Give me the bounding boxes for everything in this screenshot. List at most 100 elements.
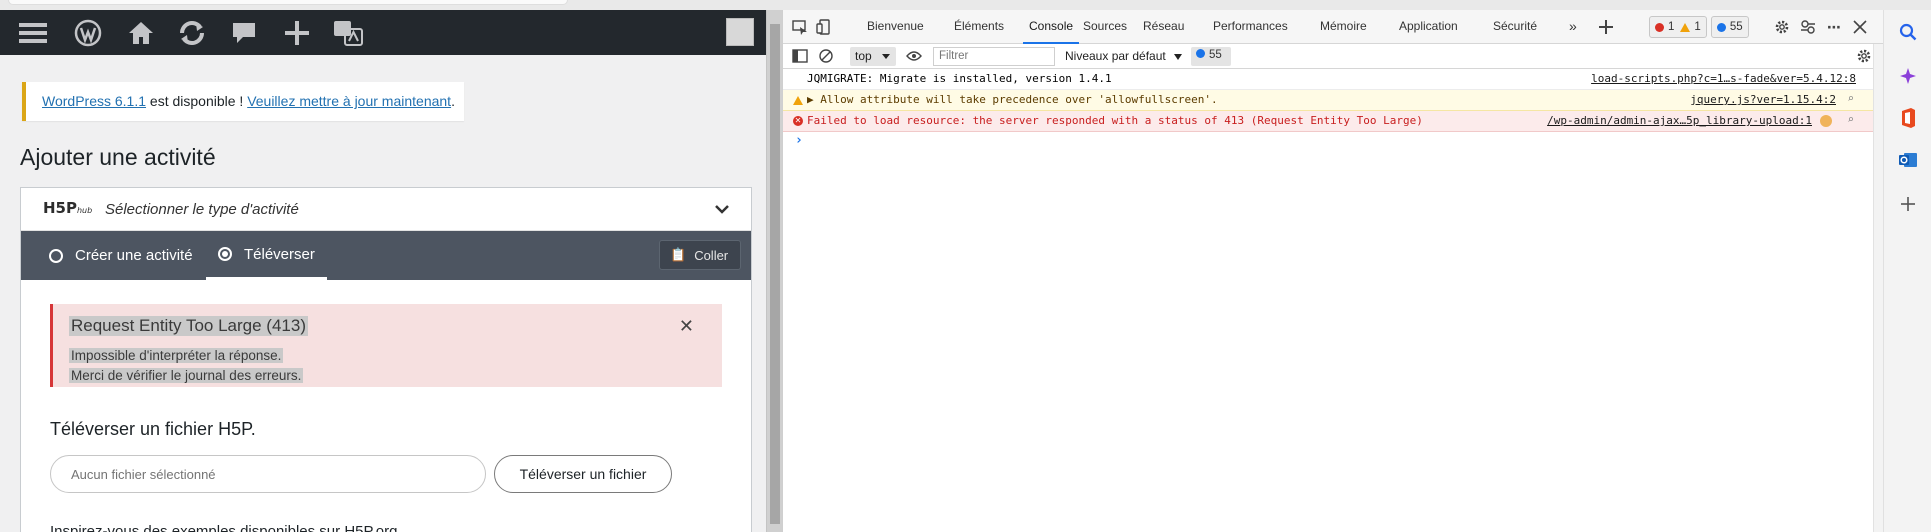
message-count: 55 xyxy=(1729,21,1743,33)
browser-sidebar xyxy=(1883,10,1931,532)
logo-sub: hub xyxy=(76,206,93,215)
message-icon xyxy=(1716,22,1726,32)
inspire-prefix: Inspirez-vous des exemples disponibles s… xyxy=(50,523,345,532)
tab-elements[interactable]: Éléments xyxy=(954,10,1004,44)
devtools-toolbar: Bienvenue Éléments Console Sources Résea… xyxy=(783,10,1884,44)
error-icon xyxy=(1655,22,1664,32)
log-levels-select[interactable]: Niveaux par défaut xyxy=(1065,49,1182,63)
issue-counters[interactable]: 1 1 55 xyxy=(1649,16,1749,38)
add-sidebar-app-icon[interactable] xyxy=(1898,194,1918,214)
error-line-1: Impossible d'interpréter la réponse. xyxy=(69,348,284,363)
console-message-info[interactable]: JQMIGRATE: Migrate is installed, version… xyxy=(783,69,1884,90)
clipboard-icon: 📋 xyxy=(670,247,687,262)
message-icon xyxy=(1196,49,1205,58)
device-emulation-icon[interactable] xyxy=(815,18,833,36)
tab-label: Téléverser xyxy=(244,245,315,263)
inspire-text: Inspirez-vous des exemples disponibles s… xyxy=(50,523,402,532)
comments-icon[interactable] xyxy=(229,18,259,48)
tab-sources[interactable]: Sources xyxy=(1083,10,1127,44)
customize-icon[interactable] xyxy=(1799,18,1817,36)
chevron-down-icon[interactable] xyxy=(713,200,731,218)
more-options-icon[interactable]: ⋯ xyxy=(1825,18,1843,36)
source-link[interactable]: /wp-admin/admin-ajax…5p_library-upload:1 xyxy=(1547,114,1812,127)
sidebar-toggle-icon[interactable] xyxy=(791,47,809,65)
page-title: Ajouter une activité xyxy=(20,144,216,170)
close-devtools-icon[interactable] xyxy=(1851,18,1869,36)
add-new-icon[interactable] xyxy=(282,18,312,48)
search-icon[interactable] xyxy=(1898,22,1918,42)
console-settings-gear-icon[interactable] xyxy=(1855,47,1873,65)
tab-performance[interactable]: Performances xyxy=(1213,10,1288,44)
tab-application[interactable]: Application xyxy=(1399,10,1458,44)
error-line-2: Merci de vérifier le journal des erreurs… xyxy=(69,368,304,383)
logo-text: H5P xyxy=(43,199,77,217)
page-scrollbar[interactable] xyxy=(766,10,782,532)
menu-icon[interactable] xyxy=(18,18,48,48)
error-message: Request Entity Too Large (413) Impossibl… xyxy=(50,304,722,387)
file-input[interactable]: Aucun fichier sélectionné xyxy=(50,455,486,493)
h5p-hub: H5Phub Sélectionner le type d'activité C… xyxy=(20,187,752,532)
context-select[interactable]: top xyxy=(850,47,896,66)
tab-network[interactable]: Réseau xyxy=(1143,10,1184,44)
notice-text: est disponible ! xyxy=(146,93,248,109)
error-title: Request Entity Too Large (413) xyxy=(69,316,308,336)
inspire-end: . xyxy=(397,523,402,532)
update-notice: WordPress 6.1.1 est disponible ! Veuille… xyxy=(22,82,464,121)
warning-icon xyxy=(1680,22,1691,32)
update-now-link[interactable]: Veuillez mettre à jour maintenant xyxy=(247,93,451,109)
tab-console[interactable]: Console xyxy=(1023,10,1080,44)
console-message-error[interactable]: ✕ Failed to load resource: the server re… xyxy=(783,111,1884,132)
home-icon[interactable] xyxy=(126,18,156,48)
message-count: 55 xyxy=(1209,49,1222,61)
devtools-scrollbar[interactable] xyxy=(1873,44,1883,532)
outlook-icon[interactable] xyxy=(1898,150,1918,170)
add-tab-icon[interactable] xyxy=(1597,18,1615,36)
tab-create-activity[interactable]: Créer une activité xyxy=(49,231,193,280)
wp-admin-bar xyxy=(0,10,766,55)
copilot-sparkle-icon[interactable] xyxy=(1898,66,1918,86)
browser-top-strip xyxy=(0,0,1931,10)
eye-icon[interactable] xyxy=(905,47,923,65)
inspect-element-icon[interactable] xyxy=(791,18,809,36)
wordpress-logo-icon[interactable] xyxy=(73,18,103,48)
network-request-icon[interactable] xyxy=(1820,115,1832,127)
console-filter-input[interactable]: Filtrer xyxy=(933,47,1055,66)
message-counter[interactable]: 55 xyxy=(1710,16,1749,38)
address-bar-edge[interactable] xyxy=(8,0,568,5)
close-icon[interactable]: ✕ xyxy=(679,316,694,337)
user-avatar[interactable] xyxy=(726,18,754,46)
messages-count-badge[interactable]: 55 xyxy=(1191,47,1231,66)
tab-label: Créer une activité xyxy=(75,247,193,264)
warning-icon xyxy=(793,95,803,108)
paste-button[interactable]: 📋 Coller xyxy=(659,240,741,270)
upload-file-button[interactable]: Téléverser un fichier xyxy=(494,455,672,493)
source-link[interactable]: jquery.js?ver=1.15.4:2 xyxy=(1690,93,1836,106)
hub-header-label: Sélectionner le type d'activité xyxy=(105,201,299,218)
h5p-org-link[interactable]: H5P.org xyxy=(344,523,397,532)
clear-console-icon[interactable] xyxy=(817,47,835,65)
hub-header[interactable]: H5Phub Sélectionner le type d'activité xyxy=(21,188,751,231)
tab-memory[interactable]: Mémoire xyxy=(1320,10,1367,44)
message-text: ▶ Allow attribute will take precedence o… xyxy=(807,93,1218,106)
more-tabs-icon[interactable]: » xyxy=(1569,10,1577,44)
translate-icon[interactable] xyxy=(333,18,363,48)
console-output: JQMIGRATE: Migrate is installed, version… xyxy=(783,69,1884,532)
error-icon: ✕ xyxy=(793,116,803,126)
office-icon[interactable] xyxy=(1898,108,1918,128)
settings-gear-icon[interactable] xyxy=(1773,18,1791,36)
wordpress-version-link[interactable]: WordPress 6.1.1 xyxy=(42,93,146,109)
tab-welcome[interactable]: Bienvenue xyxy=(867,10,924,44)
tab-security[interactable]: Sécurité xyxy=(1493,10,1537,44)
tab-upload[interactable]: Téléverser xyxy=(206,231,327,280)
console-message-warning[interactable]: ▶ Allow attribute will take precedence o… xyxy=(783,90,1884,111)
search-icon[interactable]: ⌕ xyxy=(1847,92,1854,105)
radio-icon xyxy=(49,248,63,263)
search-icon[interactable]: ⌕ xyxy=(1847,113,1854,126)
source-link[interactable]: load-scripts.php?c=1…s-fade&ver=5.4.12:8 xyxy=(1591,72,1856,85)
message-text: Failed to load resource: the server resp… xyxy=(807,114,1423,127)
warning-count: 1 xyxy=(1694,21,1701,33)
scrollbar-thumb[interactable] xyxy=(770,24,780,524)
console-prompt[interactable]: › xyxy=(795,133,803,148)
error-counter[interactable]: 1 1 xyxy=(1649,16,1707,38)
refresh-icon[interactable] xyxy=(177,18,207,48)
